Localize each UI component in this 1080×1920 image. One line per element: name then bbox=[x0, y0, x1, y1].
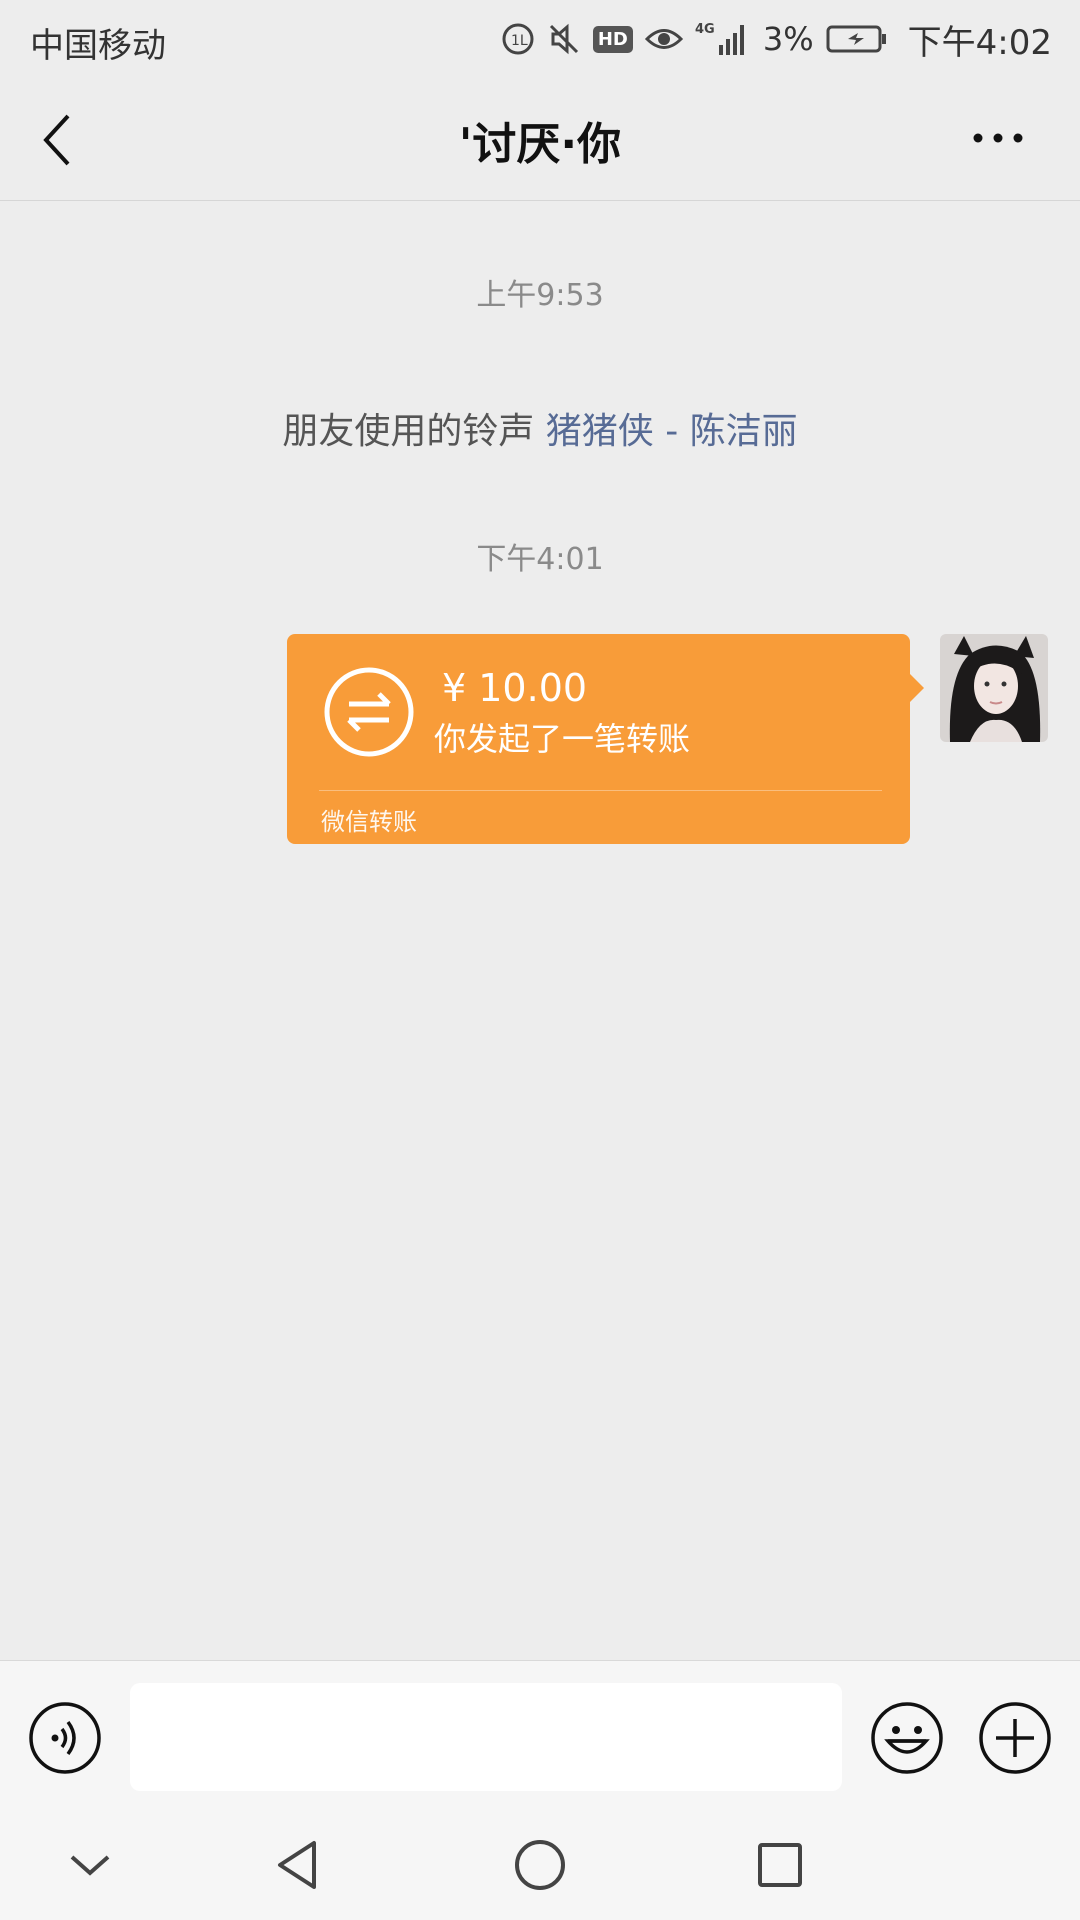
ringtone-link[interactable]: 猪猪侠 - 陈洁丽 bbox=[546, 411, 798, 452]
battery-percent: 3% bbox=[762, 20, 814, 58]
status-icons: 1L HD 4G 3% 下午4:02 bbox=[501, 14, 1052, 64]
nav-recent-icon bbox=[758, 1843, 802, 1887]
transfer-amount: ¥ 10.00 bbox=[442, 666, 588, 710]
voice-icon bbox=[29, 1702, 101, 1774]
transfer-divider bbox=[319, 790, 882, 791]
message-row: ¥ 10.00 你发起了一笔转账 微信转账 bbox=[0, 634, 1080, 854]
transfer-footer: 微信转账 bbox=[321, 808, 417, 836]
sync-icon: 1L bbox=[501, 22, 535, 56]
transfer-arrows-icon bbox=[324, 667, 414, 757]
battery-icon bbox=[826, 24, 888, 54]
nav-hide-icon bbox=[70, 1855, 110, 1876]
svg-text:4G: 4G bbox=[695, 22, 715, 37]
nav-home-icon bbox=[515, 1840, 565, 1890]
plus-button[interactable] bbox=[978, 1701, 1052, 1775]
more-button[interactable] bbox=[970, 128, 1030, 148]
system-navigation bbox=[0, 1810, 1080, 1920]
nav-hide-button[interactable] bbox=[60, 1835, 120, 1895]
chat-header: '讨厌·你 bbox=[0, 80, 1080, 201]
more-icon bbox=[973, 133, 1023, 143]
hd-badge: HD bbox=[592, 25, 633, 53]
transfer-description: 你发起了一笔转账 bbox=[434, 720, 691, 758]
nav-recent-button[interactable] bbox=[750, 1835, 810, 1895]
nav-home-button[interactable] bbox=[510, 1835, 570, 1895]
carrier-label: 中国移动 bbox=[30, 26, 166, 66]
signal-icon: 4G bbox=[695, 19, 751, 59]
avatar[interactable] bbox=[940, 634, 1048, 742]
status-time: 下午4:02 bbox=[907, 22, 1052, 63]
svg-text:1L: 1L bbox=[511, 33, 528, 49]
message-input[interactable] bbox=[130, 1683, 842, 1791]
ringtone-note: 朋友使用的铃声 猪猪侠 - 陈洁丽 bbox=[0, 402, 1080, 454]
emoji-icon bbox=[871, 1702, 943, 1774]
avatar-image bbox=[940, 634, 1048, 742]
mute-icon bbox=[547, 22, 581, 56]
transfer-card[interactable]: ¥ 10.00 你发起了一笔转账 微信转账 bbox=[287, 634, 924, 844]
nav-back-icon bbox=[278, 1841, 316, 1889]
input-bar bbox=[0, 1660, 1080, 1811]
nav-back-button[interactable] bbox=[270, 1835, 330, 1895]
emoji-button[interactable] bbox=[870, 1701, 944, 1775]
chat-title: '讨厌·你 bbox=[458, 119, 622, 170]
plus-icon bbox=[979, 1702, 1051, 1774]
status-bar: 中国移动 1L HD 4G 3% 下午4:02 bbox=[0, 0, 1080, 80]
time-divider: 下午4:01 bbox=[476, 542, 604, 577]
voice-button[interactable] bbox=[28, 1701, 102, 1775]
ringtone-note-text: 朋友使用的铃声 bbox=[282, 411, 546, 452]
eye-icon bbox=[644, 24, 683, 54]
time-divider: 上午9:53 bbox=[476, 278, 604, 313]
